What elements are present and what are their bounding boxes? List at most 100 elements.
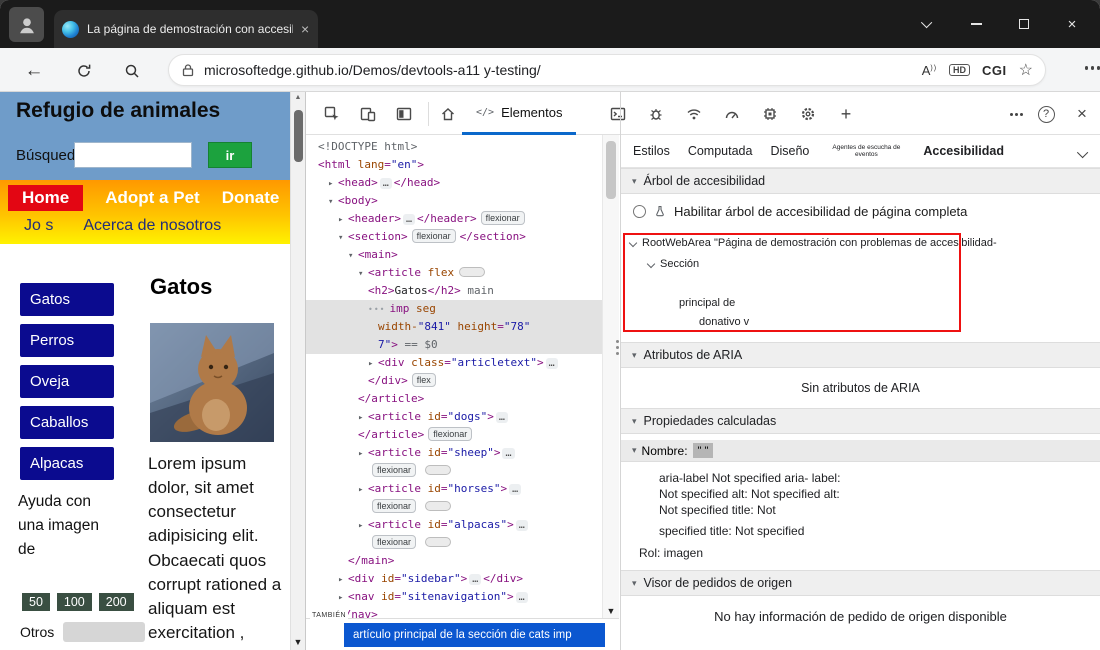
caret-closed-icon[interactable]: ▸	[358, 481, 368, 499]
tab-elementos[interactable]: </> Elementos	[462, 92, 577, 135]
nav-item[interactable]: Jo s	[24, 217, 53, 235]
devtools-menu-icon[interactable]	[999, 102, 1023, 126]
sidebar-button-gatos[interactable]: Gatos	[20, 283, 114, 316]
a11y-tree-node[interactable]: RootWebArea "Página de demostración con …	[628, 237, 997, 249]
dom-tree-row[interactable]: 7"> == $0	[306, 336, 602, 354]
dom-tree-row[interactable]: <html lang="en">	[306, 156, 602, 174]
dom-tree-row[interactable]: ▸ <article id="horses">…	[306, 480, 602, 498]
caret-closed-icon[interactable]: ▸	[338, 211, 348, 229]
tab-estilos[interactable]: Estilos	[633, 144, 670, 158]
dom-tree-row[interactable]: ▸ <article id="dogs">…	[306, 408, 602, 426]
dom-tree-row[interactable]: <!DOCTYPE html>	[306, 138, 602, 156]
caret-closed-icon[interactable]: ▸	[358, 517, 368, 535]
performance-gauge-icon[interactable]	[720, 102, 744, 126]
scrollbar-thumb[interactable]	[294, 110, 303, 162]
sidebar-button-alpacas[interactable]: Alpacas	[20, 447, 114, 480]
profile-avatar[interactable]	[9, 7, 44, 42]
caret-open-icon[interactable]: ▾	[348, 247, 358, 265]
tab-diseño[interactable]: Diseño	[770, 144, 809, 158]
a11y-tree-node[interactable]: donativo v	[699, 316, 749, 328]
dom-tree-row[interactable]: ••• imp seg	[306, 300, 602, 318]
nav-item-adopt-a-pet[interactable]: Adopt a Pet	[105, 188, 199, 208]
issues-bug-icon[interactable]	[644, 102, 668, 126]
caret-closed-icon[interactable]: ▸	[338, 571, 348, 589]
refresh-button[interactable]	[72, 59, 96, 83]
source-order-section-header[interactable]: ▾ Visor de pedidos de origen	[621, 570, 1100, 596]
dom-tree-row[interactable]: flexionar	[306, 462, 602, 480]
computed-name-row[interactable]: ▾ Nombre: " "	[621, 440, 1100, 462]
home-icon[interactable]	[436, 102, 460, 126]
dom-tree-row[interactable]: ▸ <nav id="sitenavigation">…	[306, 588, 602, 606]
dom-tree-row[interactable]: ▾ <article flex	[306, 264, 602, 282]
nav-item-home[interactable]: Home	[8, 185, 84, 211]
help-icon[interactable]: ?	[1034, 102, 1058, 126]
network-wifi-icon[interactable]	[682, 102, 706, 126]
caret-open-icon[interactable]: ▾	[358, 265, 368, 283]
a11y-tree-section-header[interactable]: ▾ Árbol de accesibilidad	[621, 168, 1100, 194]
nav-item[interactable]: Acerca de nosotros	[83, 217, 221, 235]
dom-tree-row[interactable]: ▾ <main>	[306, 246, 602, 264]
caret-closed-icon[interactable]: ▸	[338, 589, 348, 607]
nav-item-donate[interactable]: Donate	[222, 188, 280, 208]
enable-a11y-checkbox[interactable]	[633, 204, 646, 218]
dom-tree-row[interactable]: </div> flex	[306, 372, 602, 390]
dock-side-icon[interactable]	[392, 102, 416, 126]
memory-chip-icon[interactable]	[758, 102, 782, 126]
dom-tree-row[interactable]: flexionar	[306, 534, 602, 552]
add-tab-plus-icon[interactable]: +	[834, 102, 858, 126]
search-button[interactable]	[120, 59, 144, 83]
console-icon[interactable]	[606, 102, 630, 126]
sidebar-button-oveja[interactable]: Oveja	[20, 365, 114, 398]
tab-accesibilidad[interactable]: Accesibilidad	[923, 144, 1004, 158]
site-info-lock-icon[interactable]	[181, 63, 195, 77]
inspect-element-icon[interactable]	[320, 102, 344, 126]
hd-badge[interactable]: HD	[949, 64, 971, 76]
pane-drag-handle[interactable]	[616, 340, 619, 343]
caret-open-icon[interactable]: ▾	[338, 229, 348, 247]
more-tabs-chevron-icon[interactable]	[1076, 146, 1089, 161]
scrollbar-thumb[interactable]	[606, 141, 616, 199]
search-go-button[interactable]: ir	[208, 142, 252, 168]
close-button[interactable]: ×	[1048, 0, 1096, 48]
browser-tab[interactable]: La página de demostración con accesibili…	[54, 10, 318, 48]
cgi-extension-label[interactable]: CGI	[982, 63, 1007, 78]
caret-closed-icon[interactable]: ▸	[368, 355, 378, 373]
sidebar-button-caballos[interactable]: Caballos	[20, 406, 114, 439]
site-search-input[interactable]	[74, 142, 192, 168]
dom-tree-row[interactable]: ▸ <div id="sidebar">… </div>	[306, 570, 602, 588]
dom-tree-row[interactable]: </article> flexionar	[306, 426, 602, 444]
dom-tree-row[interactable]: flexionar	[306, 498, 602, 516]
url-text[interactable]: microsoftedge.github.io/Demos/devtools-a…	[204, 62, 918, 78]
scroll-down-icon[interactable]: ▼	[603, 606, 619, 616]
dom-tree-row[interactable]: </nav>	[306, 606, 602, 618]
scroll-up-icon[interactable]: ▲	[291, 94, 305, 101]
sidebar-button-perros[interactable]: Perros	[20, 324, 114, 357]
aria-section-header[interactable]: ▾ Atributos de ARIA	[621, 342, 1100, 368]
caret-open-icon[interactable]: ▾	[328, 193, 338, 211]
dom-tree-row[interactable]: </main>	[306, 552, 602, 570]
computed-section-header[interactable]: ▾ Propiedades calculadas	[621, 408, 1100, 434]
dom-tree-scrollbar[interactable]: ▼	[602, 135, 619, 618]
settings-gear-icon[interactable]	[796, 102, 820, 126]
dom-tree-row[interactable]: ▸ <div class="articletext">…	[306, 354, 602, 372]
url-bar[interactable]: microsoftedge.github.io/Demos/devtools-a…	[168, 54, 1046, 86]
dom-tree-row[interactable]: ▸ <article id="alpacas">…	[306, 516, 602, 534]
others-input[interactable]	[63, 622, 146, 642]
maximize-button[interactable]	[1000, 0, 1048, 48]
device-emulation-icon[interactable]	[356, 102, 380, 126]
caret-closed-icon[interactable]: ▸	[358, 409, 368, 427]
dom-tree-row[interactable]: </article>	[306, 390, 602, 408]
browser-essentials-chevron-icon[interactable]	[904, 0, 952, 48]
dom-tree-row[interactable]: ▸ <header>… </header> flexionar	[306, 210, 602, 228]
dom-tree-row[interactable]: ▸ <head>… </head>	[306, 174, 602, 192]
read-aloud-icon[interactable]: A	[922, 63, 937, 78]
tab-agentes[interactable]: Agentes de escucha de eventos	[827, 144, 905, 158]
back-button[interactable]: ←	[22, 59, 46, 83]
page-scrollbar[interactable]: ▲ ▼	[290, 92, 305, 650]
tab-computada[interactable]: Computada	[688, 144, 753, 158]
caret-closed-icon[interactable]: ▸	[358, 445, 368, 463]
dom-tree-row[interactable]: ▾ <body>	[306, 192, 602, 210]
browser-menu-icon[interactable]	[1084, 66, 1088, 70]
minimize-button[interactable]	[952, 0, 1000, 48]
a11y-tree-node[interactable]: principal de	[679, 297, 735, 309]
